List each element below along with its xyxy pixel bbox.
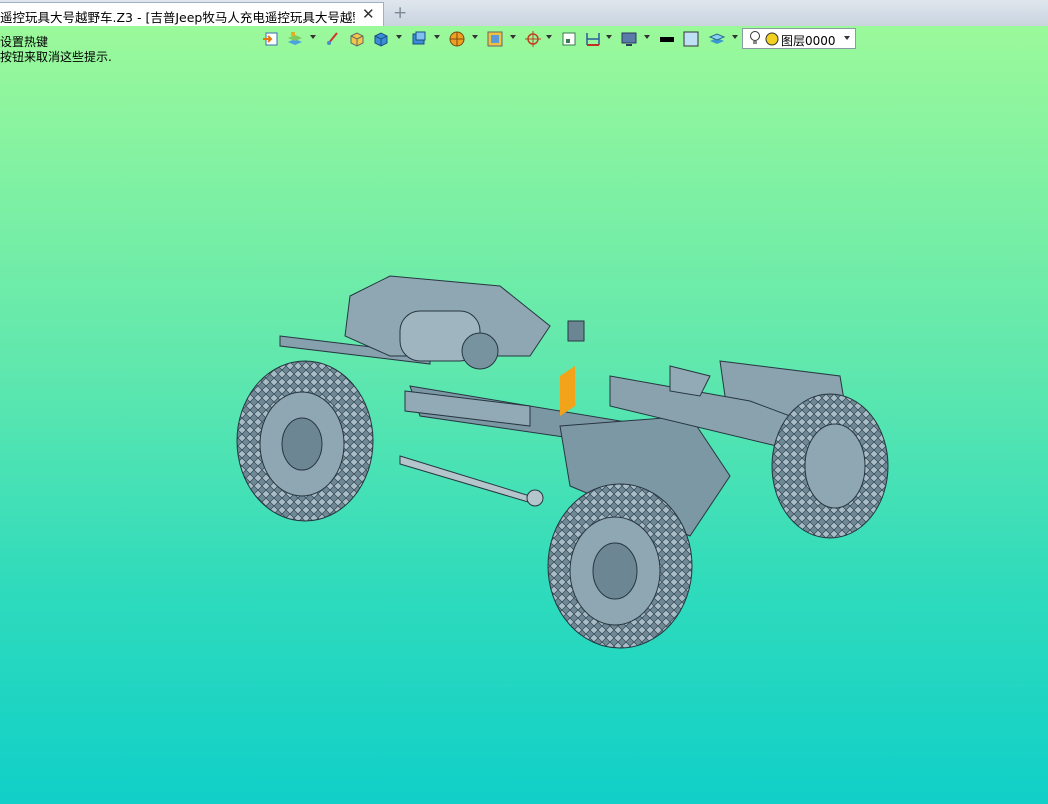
layer-name: 图层0000 xyxy=(781,34,836,48)
tab-bar: 遥控玩具大号越野车.Z3 - [吉普Jeep牧马人充电遥控玩具大号越野车] ✕ … xyxy=(0,0,1048,27)
sphere-icon[interactable] xyxy=(448,30,466,48)
display-icon[interactable] xyxy=(620,30,638,48)
box-shade-icon[interactable] xyxy=(348,30,366,48)
import-icon[interactable] xyxy=(262,30,280,48)
target-icon[interactable] xyxy=(524,30,542,48)
frame-icon[interactable] xyxy=(560,30,578,48)
layers-view-icon[interactable] xyxy=(286,30,304,48)
layer-stack-icon[interactable] xyxy=(708,30,726,48)
render-icon[interactable] xyxy=(486,30,504,48)
layer-select[interactable]: 图层0000 xyxy=(742,28,856,49)
new-tab-icon[interactable]: + xyxy=(393,3,407,23)
bulb-icon[interactable] xyxy=(749,30,761,49)
color-black-icon[interactable] xyxy=(658,30,676,48)
wheel-rear-right xyxy=(771,393,889,539)
3d-viewport[interactable] xyxy=(0,26,1048,804)
chevron-down-icon[interactable] xyxy=(844,36,850,40)
dropdown-arrow[interactable] xyxy=(396,35,402,39)
dropdown-arrow[interactable] xyxy=(310,35,316,39)
dropdown-arrow[interactable] xyxy=(546,35,552,39)
document-tab[interactable]: 遥控玩具大号越野车.Z3 - [吉普Jeep牧马人充电遥控玩具大号越野车] ✕ xyxy=(0,2,384,26)
sketch-icon[interactable] xyxy=(324,30,342,48)
part-icon[interactable] xyxy=(410,30,428,48)
color-swatch-icon[interactable] xyxy=(682,30,700,48)
dimension-icon[interactable] xyxy=(584,30,602,48)
document-tab-title: 遥控玩具大号越野车.Z3 - [吉普Jeep牧马人充电遥控玩具大号越野车] xyxy=(0,10,355,25)
jeep-model xyxy=(236,275,889,649)
dropdown-arrow[interactable] xyxy=(644,35,650,39)
dropdown-arrow[interactable] xyxy=(510,35,516,39)
dropdown-arrow[interactable] xyxy=(732,35,738,39)
solid-icon[interactable] xyxy=(372,30,390,48)
hint-line-2: 按钮来取消这些提示. xyxy=(0,50,112,64)
layer-color-icon[interactable] xyxy=(765,32,779,49)
dropdown-arrow[interactable] xyxy=(434,35,440,39)
close-icon[interactable]: ✕ xyxy=(362,5,375,23)
wheel-front-left xyxy=(547,483,693,649)
dropdown-arrow[interactable] xyxy=(472,35,478,39)
wheel-rear-left xyxy=(236,360,374,522)
dropdown-arrow[interactable] xyxy=(606,35,612,39)
